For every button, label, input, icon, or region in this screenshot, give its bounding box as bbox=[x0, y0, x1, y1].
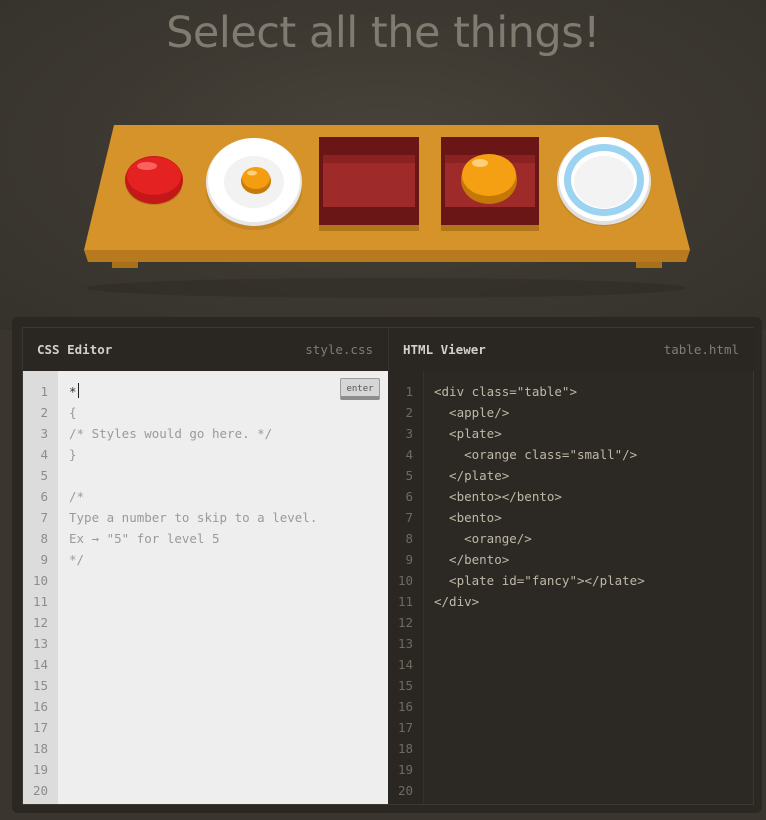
line-number: 20 bbox=[32, 783, 48, 798]
html-viewer-title: HTML Viewer bbox=[403, 342, 486, 357]
line-number: 20 bbox=[397, 783, 413, 798]
line-number: 8 bbox=[40, 531, 48, 546]
text-cursor bbox=[77, 383, 79, 398]
code-line: Ex → "5" for level 5 bbox=[69, 531, 220, 546]
line-number: 1 bbox=[40, 384, 48, 399]
code-line: { bbox=[69, 405, 77, 420]
html-line[interactable]: </bento> bbox=[434, 549, 509, 570]
html-line-gutter: 1 2 3 4 5 6 7 8 9 10 11 12 13 14 15 16 1… bbox=[388, 371, 424, 804]
html-line[interactable]: <plate id="fancy"></plate> bbox=[434, 570, 645, 591]
line-number: 19 bbox=[397, 762, 413, 777]
line-number: 19 bbox=[32, 762, 48, 777]
line-number: 10 bbox=[32, 573, 48, 588]
plate-item[interactable] bbox=[204, 136, 304, 230]
line-number: 17 bbox=[32, 720, 48, 735]
line-number: 3 bbox=[405, 426, 413, 441]
line-number: 4 bbox=[40, 447, 48, 462]
line-number: 1 bbox=[405, 384, 413, 399]
css-editor-header: CSS Editor style.css bbox=[23, 328, 388, 371]
html-line[interactable]: <apple/> bbox=[434, 402, 509, 423]
code-line: } bbox=[69, 447, 77, 462]
css-filename: style.css bbox=[305, 342, 373, 357]
editor-panel: CSS Editor style.css HTML Viewer table.h… bbox=[12, 317, 762, 813]
bento-item[interactable] bbox=[318, 137, 420, 233]
css-selector-text[interactable]: * bbox=[69, 384, 77, 399]
css-editor[interactable]: 1 2 3 4 5 6 7 8 9 10 11 12 13 14 15 16 1… bbox=[23, 371, 388, 804]
html-line[interactable]: </div> bbox=[434, 591, 479, 612]
line-number: 11 bbox=[32, 594, 48, 609]
css-editor-title: CSS Editor bbox=[37, 342, 113, 357]
line-number: 4 bbox=[405, 447, 413, 462]
line-number: 5 bbox=[405, 468, 413, 483]
html-viewer: 1 2 3 4 5 6 7 8 9 10 11 12 13 14 15 16 1… bbox=[388, 371, 753, 804]
code-line: /* bbox=[69, 489, 85, 504]
line-number: 13 bbox=[32, 636, 48, 651]
bento-with-orange-item[interactable] bbox=[440, 137, 540, 233]
line-number: 3 bbox=[40, 426, 48, 441]
line-number: 12 bbox=[32, 615, 48, 630]
line-number: 8 bbox=[405, 531, 413, 546]
html-line[interactable]: <orange/> bbox=[434, 528, 532, 549]
html-line[interactable]: <plate> bbox=[434, 423, 502, 444]
page-title: Select all the things! bbox=[166, 8, 600, 58]
line-number: 7 bbox=[405, 510, 413, 525]
code-line: */ bbox=[69, 552, 85, 567]
enter-button[interactable]: enter bbox=[340, 378, 380, 400]
line-number: 17 bbox=[397, 720, 413, 735]
line-number: 9 bbox=[405, 552, 413, 567]
line-number: 12 bbox=[397, 615, 413, 630]
line-number: 9 bbox=[40, 552, 48, 567]
line-number: 2 bbox=[40, 405, 48, 420]
line-number: 6 bbox=[40, 489, 48, 504]
html-line[interactable]: <bento> bbox=[434, 507, 502, 528]
line-number: 18 bbox=[32, 741, 48, 756]
html-filename: table.html bbox=[663, 342, 739, 357]
apple-item[interactable] bbox=[123, 152, 185, 208]
line-number: 10 bbox=[397, 573, 413, 588]
css-input-line[interactable]: * bbox=[69, 381, 79, 402]
html-line[interactable]: <orange class="small"/> bbox=[434, 444, 637, 465]
line-number: 16 bbox=[397, 699, 413, 714]
line-number: 2 bbox=[405, 405, 413, 420]
line-number: 14 bbox=[397, 657, 413, 672]
line-number: 14 bbox=[32, 657, 48, 672]
html-viewer-header: HTML Viewer table.html bbox=[388, 328, 754, 371]
line-number: 11 bbox=[397, 594, 413, 609]
code-line: /* Styles would go here. */ bbox=[69, 426, 273, 441]
code-line: Type a number to skip to a level. bbox=[69, 510, 318, 525]
line-number: 13 bbox=[397, 636, 413, 651]
html-line[interactable]: </plate> bbox=[434, 465, 509, 486]
line-number: 5 bbox=[40, 468, 48, 483]
fancy-plate-item[interactable] bbox=[556, 136, 652, 228]
css-line-gutter: 1 2 3 4 5 6 7 8 9 10 11 12 13 14 15 16 1… bbox=[23, 371, 58, 804]
line-number: 16 bbox=[32, 699, 48, 714]
line-number: 18 bbox=[397, 741, 413, 756]
html-line[interactable]: <div class="table"> bbox=[434, 381, 577, 402]
html-line[interactable]: <bento></bento> bbox=[434, 486, 562, 507]
line-number: 6 bbox=[405, 489, 413, 504]
line-number: 15 bbox=[397, 678, 413, 693]
editor-inner: CSS Editor style.css HTML Viewer table.h… bbox=[22, 327, 754, 805]
line-number: 7 bbox=[40, 510, 48, 525]
table-scene bbox=[80, 120, 692, 300]
line-number: 15 bbox=[32, 678, 48, 693]
